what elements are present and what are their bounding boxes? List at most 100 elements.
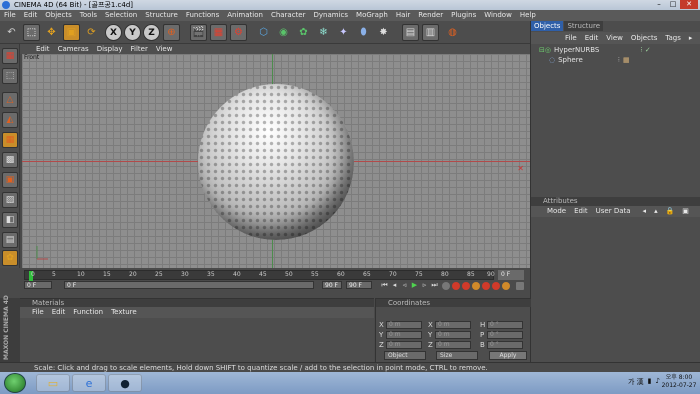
texture-mode-icon[interactable]: △ (2, 92, 18, 108)
objects-menu-more-icon[interactable]: ▸ (685, 32, 697, 44)
play-button[interactable]: ▶ (410, 281, 419, 290)
menu-dynamics[interactable]: Dynamics (310, 10, 353, 21)
new-attributes-icon[interactable]: ▣ (678, 206, 693, 217)
menu-functions[interactable]: Functions (182, 10, 223, 21)
attributes-menu-mode[interactable]: Mode (543, 206, 570, 217)
position-y-field[interactable]: 0 m (386, 331, 422, 339)
tweak-mode-icon[interactable]: ▤ (2, 232, 18, 248)
menu-help[interactable]: Help (516, 10, 540, 21)
visibility-dots-icon[interactable]: ⁝ (618, 56, 620, 65)
snap-icon[interactable]: ▨ (2, 192, 18, 208)
menu-character[interactable]: Character (267, 10, 310, 21)
record-active-icon[interactable] (452, 282, 460, 290)
coord-size-select[interactable]: Size (436, 351, 478, 360)
sculpt-icon[interactable]: ✿ (2, 250, 18, 266)
timeline-ruler[interactable]: 0 5 10 15 20 25 30 35 40 45 50 55 60 65 … (24, 270, 495, 281)
apply-button[interactable]: Apply (489, 351, 527, 360)
z-axis-icon[interactable]: Z (143, 24, 160, 41)
objects-menu-tags[interactable]: Tags (661, 32, 685, 44)
viewport-menu-display[interactable]: Display (93, 44, 127, 54)
size-z-field[interactable]: 0 m (435, 341, 471, 349)
rotation-b-field[interactable]: 0 ° (487, 341, 523, 349)
range-end-field[interactable]: 90 F (322, 281, 342, 289)
viewport-menu-view[interactable]: View (152, 44, 177, 54)
menu-window[interactable]: Window (480, 10, 516, 21)
objects-menu-file[interactable]: File (561, 32, 581, 44)
volume-icon[interactable]: ♪ (656, 377, 660, 387)
make-editable-icon[interactable]: ▦ (2, 48, 18, 64)
golf-ball-model[interactable] (198, 84, 354, 240)
camera-icon[interactable]: ▤ (402, 24, 419, 41)
materials-menu-file[interactable]: File (28, 307, 48, 318)
menu-structure[interactable]: Structure (141, 10, 182, 21)
objects-menu-view[interactable]: View (602, 32, 627, 44)
menu-objects[interactable]: Objects (41, 10, 75, 21)
keyframe-selection-icon[interactable] (472, 282, 480, 290)
menu-hair[interactable]: Hair (392, 10, 414, 21)
menu-animation[interactable]: Animation (223, 10, 267, 21)
attributes-menu-edit[interactable]: Edit (570, 206, 592, 217)
attributes-menu-userdata[interactable]: User Data (592, 206, 635, 217)
polygons-mode-icon[interactable]: ▣ (2, 172, 18, 188)
front-viewport[interactable]: Front ✕ (22, 54, 530, 268)
materials-menu-function[interactable]: Function (69, 307, 107, 318)
preview-end-field[interactable]: 90 F (346, 281, 372, 289)
lock-icon[interactable]: 🔒 (662, 206, 679, 217)
rotation-key-icon[interactable] (502, 282, 510, 290)
viewport-close-icon[interactable]: ✕ (517, 164, 524, 173)
menu-tools[interactable]: Tools (76, 10, 101, 21)
light-icon[interactable]: ✸ (375, 24, 392, 41)
menu-edit[interactable]: Edit (20, 10, 42, 21)
nav-up-icon[interactable]: ▴ (650, 206, 662, 217)
visibility-dots-icon[interactable]: ⁝ ✓ (640, 46, 650, 55)
points-mode-icon[interactable]: ▦ (2, 132, 18, 148)
render-picture-icon[interactable]: ▦ (210, 24, 227, 41)
clock[interactable]: 오후 8:00 2012-07-27 (661, 374, 697, 390)
prev-key-button[interactable]: ◂ (390, 281, 399, 290)
size-y-field[interactable]: 0 m (435, 331, 471, 339)
nurbs-icon[interactable]: ◉ (275, 24, 292, 41)
deformer-icon[interactable]: ✦ (335, 24, 352, 41)
viewport-menu-edit[interactable]: Edit (32, 44, 54, 54)
timeline-end-frame[interactable]: 0 F (498, 270, 524, 280)
range-start-field[interactable]: 0 F (64, 281, 314, 289)
prev-frame-button[interactable]: ◃ (400, 281, 409, 290)
goto-end-button[interactable]: ⏭ (430, 281, 439, 290)
array-icon[interactable]: ✿ (295, 24, 312, 41)
layout-icon[interactable]: ▥ (422, 24, 439, 41)
object-item-hypernurbs[interactable]: ⊟◎ HyperNURBS ⁝ ✓ (539, 46, 651, 55)
viewport-menu-cameras[interactable]: Cameras (54, 44, 93, 54)
goto-start-button[interactable]: ⏮ (380, 281, 389, 290)
render-view-icon[interactable]: 🎬 (190, 24, 207, 41)
cinema4d-icon[interactable]: ● (108, 374, 142, 392)
network-icon[interactable]: ▮ (648, 377, 652, 387)
menu-render[interactable]: Render (414, 10, 447, 21)
viewport-menu-filter[interactable]: Filter (127, 44, 152, 54)
coord-mode-select[interactable]: Object (384, 351, 426, 360)
rotate-icon[interactable]: ⟳ (83, 24, 100, 41)
use-model-icon[interactable]: ⬚ (2, 68, 18, 84)
ime-indicator[interactable]: 가 漢 (628, 377, 644, 387)
current-frame-field[interactable]: 0 F (24, 281, 52, 289)
start-button[interactable] (4, 373, 26, 393)
scale-key-icon[interactable] (492, 282, 500, 290)
scale-icon[interactable]: ▣ (63, 24, 80, 41)
cube-icon[interactable]: ⬡ (255, 24, 272, 41)
animation-mode-icon[interactable]: ◧ (2, 212, 18, 228)
menu-mograph[interactable]: MoGraph (352, 10, 392, 21)
objects-menu-edit[interactable]: Edit (581, 32, 603, 44)
autokey-icon[interactable] (462, 282, 470, 290)
position-z-field[interactable]: 0 m (386, 341, 422, 349)
move-icon[interactable]: ✥ (43, 24, 60, 41)
x-axis-icon[interactable]: X (105, 24, 122, 41)
position-key-icon[interactable] (482, 282, 490, 290)
nav-back-icon[interactable]: ◂ (639, 206, 651, 217)
menu-file[interactable]: File (0, 10, 20, 21)
tab-structure[interactable]: Structure (564, 21, 604, 31)
size-x-field[interactable]: 0 m (435, 321, 471, 329)
timeline-menu-icon[interactable] (516, 282, 524, 290)
python-icon[interactable]: ◍ (444, 24, 461, 41)
workplane-icon[interactable]: ◭ (2, 112, 18, 128)
maximize-button[interactable]: □ (666, 0, 680, 9)
minimize-button[interactable]: – (652, 0, 666, 9)
